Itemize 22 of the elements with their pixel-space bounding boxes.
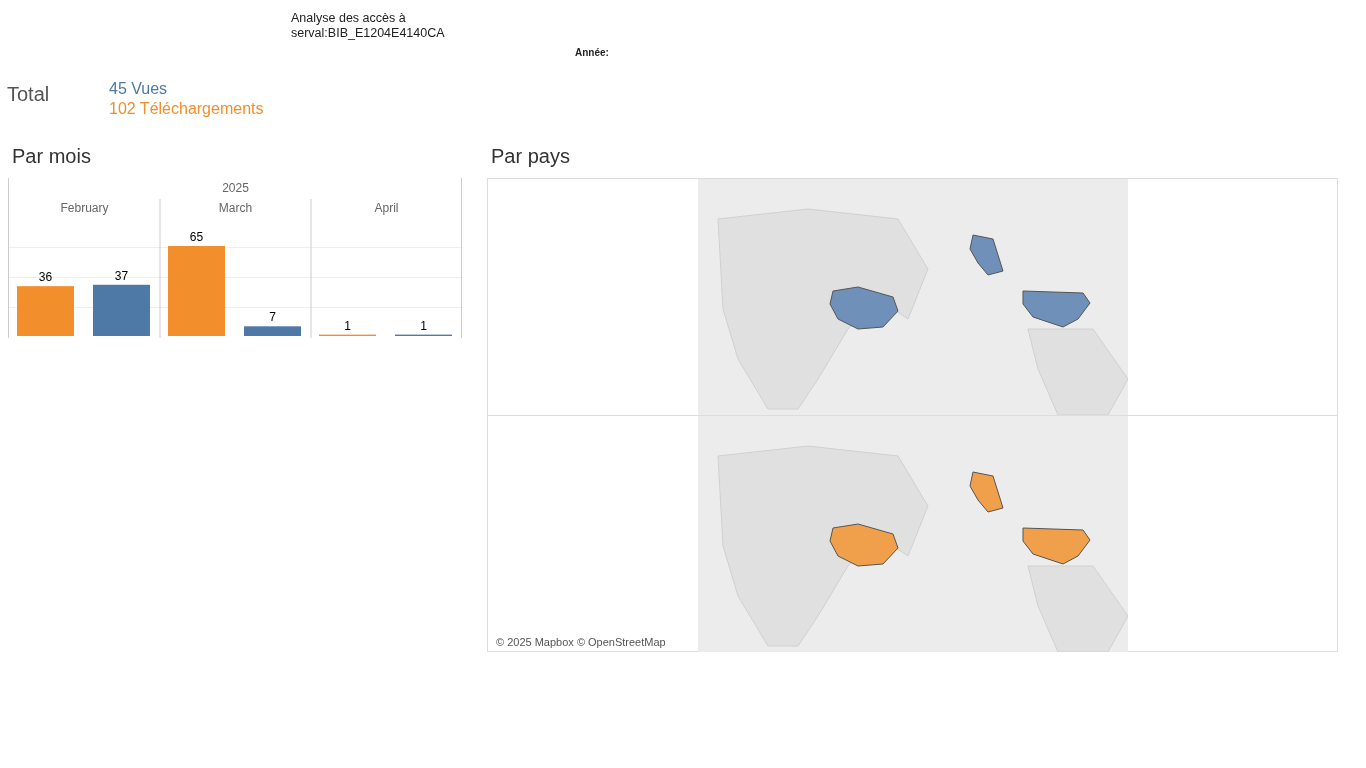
total-value: 45 Vues — [109, 79, 169, 99]
section-heading: Par pays — [491, 145, 571, 169]
bar — [17, 286, 74, 336]
bar-value: 7 — [269, 310, 276, 325]
bar-value: 37 — [114, 268, 129, 283]
bar-value: 1 — [420, 318, 427, 333]
filter-label: Année: — [575, 47, 609, 58]
month-label: April — [374, 201, 399, 215]
report-title: Analyse des accès à — [291, 11, 407, 26]
report-title: serval:BIB_E1204E4140CA — [291, 26, 446, 41]
total-label: Total — [7, 82, 51, 107]
map-attribution: © 2025 Mapbox © OpenStreetMap — [494, 635, 668, 649]
year-label: 2025 — [222, 181, 249, 195]
bar — [244, 326, 301, 336]
section-heading: Par mois — [12, 145, 92, 169]
month-label: February — [60, 201, 109, 215]
bar — [93, 284, 150, 336]
bar-value: 65 — [189, 230, 204, 244]
bar-value: 1 — [344, 318, 351, 333]
bar-value: 36 — [38, 270, 53, 285]
month-label: March — [218, 201, 253, 215]
total-value: 102 Téléchargements — [109, 99, 264, 119]
